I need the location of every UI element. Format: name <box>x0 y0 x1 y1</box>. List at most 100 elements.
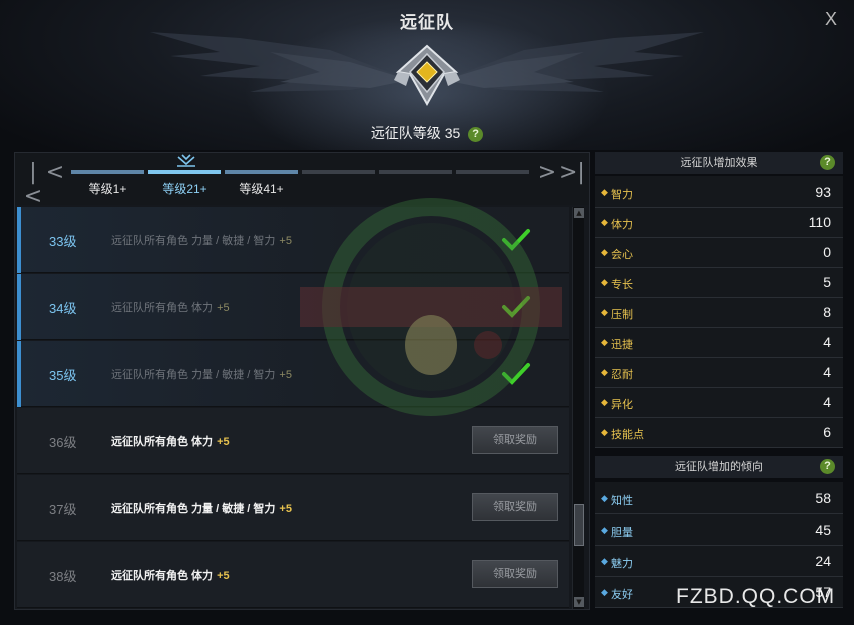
tab-level21[interactable]: 等级21+ <box>148 180 221 197</box>
reward-row-33: 33级 远征队所有角色 力量 / 敏捷 / 智力 +5 <box>17 207 569 273</box>
bullet-icon: ◆ <box>601 248 608 258</box>
stat-value: 93 <box>815 184 831 200</box>
bullet-icon: ◆ <box>601 428 608 438</box>
tab-locked-bar[interactable] <box>379 170 452 174</box>
stat-value: 6 <box>823 424 831 440</box>
scroll-down-icon[interactable]: ▼ <box>574 597 584 607</box>
stat-value: 0 <box>823 244 831 260</box>
stat-row: ◆ 压制 8 <box>595 298 843 328</box>
close-button[interactable]: X <box>820 8 842 30</box>
level-help-icon[interactable]: ? <box>468 127 484 142</box>
bullet-icon: ◆ <box>601 588 608 598</box>
stat-value: 8 <box>823 304 831 320</box>
reward-description: 远征队所有角色 体力 +5 <box>111 302 230 314</box>
tab-level1[interactable]: 等级1+ <box>71 180 144 197</box>
stat-name: 迅捷 <box>611 339 633 351</box>
effects-header: 远征队增加效果 ? <box>595 152 843 174</box>
reward-description: 远征队所有角色 体力 +5 <box>111 570 230 582</box>
claimed-check-icon <box>502 363 530 385</box>
tendency-row: ◆ 知性 58 <box>595 484 843 514</box>
selected-tab-crown-icon <box>177 154 195 167</box>
claim-reward-button[interactable]: 领取奖励 <box>472 560 558 588</box>
stat-name: 会心 <box>611 249 633 261</box>
reward-row-35: 35级 远征队所有角色 力量 / 敏捷 / 智力 +5 <box>17 341 569 407</box>
effects-list: ◆ 智力 93 ◆ 体力 110 ◆ 会心 0 ◆ 专长 5 ◆ 压制 8 ◆ 迅捷 4 ◆ 忍耐 4 ◆ 异… <box>595 176 843 448</box>
next-page-icon[interactable]: > <box>537 161 557 185</box>
claimed-check-icon <box>502 296 530 318</box>
stat-row: ◆ 智力 93 <box>595 178 843 208</box>
claimed-check-icon <box>502 229 530 251</box>
reward-level: 35级 <box>49 368 77 383</box>
tier-tabs-bar: |< < 等级1+ 等级21+ 等级41+ > >| <box>15 153 589 209</box>
stat-name: 技能点 <box>611 429 644 441</box>
claim-reward-button[interactable]: 领取奖励 <box>472 493 558 521</box>
tendency-value: 45 <box>815 522 831 538</box>
stat-row: ◆ 异化 4 <box>595 388 843 418</box>
scrollbar-thumb[interactable] <box>574 504 584 546</box>
stat-value: 4 <box>823 394 831 410</box>
stat-name: 忍耐 <box>611 369 633 381</box>
stat-name: 压制 <box>611 309 633 321</box>
reward-description: 远征队所有角色 体力 +5 <box>111 436 230 448</box>
window-title: 远征队 <box>400 13 454 32</box>
reward-row-36: 36级 远征队所有角色 体力 +5 领取奖励 <box>17 408 569 474</box>
stat-value: 4 <box>823 334 831 350</box>
last-page-icon[interactable]: >| <box>559 161 585 185</box>
stat-row: ◆ 体力 110 <box>595 208 843 238</box>
expedition-emblem-icon <box>394 44 460 107</box>
stat-row: ◆ 会心 0 <box>595 238 843 268</box>
bonus-panel: 远征队增加效果 ? ◆ 智力 93 ◆ 体力 110 ◆ 会心 0 ◆ 专长 5 ◆ 压制 8 ◆ 迅… <box>595 152 843 610</box>
tab-level1-bar[interactable] <box>71 170 144 174</box>
stat-name: 专长 <box>611 279 633 291</box>
bullet-icon: ◆ <box>601 188 608 198</box>
bullet-icon: ◆ <box>601 557 608 567</box>
reward-list: 33级 远征队所有角色 力量 / 敏捷 / 智力 +5 34级 远征队所有角色 体… <box>17 207 569 609</box>
stat-name: 体力 <box>611 219 633 231</box>
reward-panel: |< < 等级1+ 等级21+ 等级41+ > >| 33级 远征队所有角色 力… <box>14 152 590 610</box>
expedition-level-label: 远征队等级 35 <box>370 125 461 141</box>
bullet-icon: ◆ <box>601 494 608 504</box>
reward-level: 36级 <box>49 435 77 450</box>
tendency-help-icon[interactable]: ? <box>820 459 835 474</box>
reward-level: 34级 <box>49 301 77 316</box>
scroll-up-icon[interactable]: ▲ <box>574 208 584 218</box>
tab-level21-bar[interactable] <box>148 170 221 174</box>
site-watermark: FZBD.QQ.COM <box>676 585 836 608</box>
bullet-icon: ◆ <box>601 526 608 536</box>
tendency-name: 友好 <box>611 589 633 601</box>
tab-level41-bar[interactable] <box>225 170 298 174</box>
tendency-name: 知性 <box>611 495 633 507</box>
bullet-icon: ◆ <box>601 278 608 288</box>
claim-reward-button[interactable]: 领取奖励 <box>472 426 558 454</box>
tendency-title: 远征队增加的倾向 <box>675 461 763 473</box>
left-wing-decoration <box>150 32 410 92</box>
reward-level: 33级 <box>49 234 77 249</box>
stat-value: 110 <box>808 214 831 230</box>
tendency-name: 魅力 <box>611 558 633 570</box>
reward-scrollbar[interactable]: ▲ ▼ <box>572 207 584 609</box>
tendency-value: 24 <box>815 553 831 569</box>
effects-help-icon[interactable]: ? <box>820 155 835 170</box>
prev-page-icon[interactable]: < <box>45 161 65 185</box>
reward-description: 远征队所有角色 力量 / 敏捷 / 智力 +5 <box>111 369 292 381</box>
reward-description: 远征队所有角色 力量 / 敏捷 / 智力 +5 <box>111 235 292 247</box>
bullet-icon: ◆ <box>601 308 608 318</box>
reward-level: 38级 <box>49 569 77 584</box>
bullet-icon: ◆ <box>601 218 608 228</box>
stat-value: 4 <box>823 364 831 380</box>
expedition-level-line: 远征队等级 35 ? <box>0 123 854 143</box>
tab-level41[interactable]: 等级41+ <box>225 180 298 197</box>
tab-locked-bar[interactable] <box>302 170 375 174</box>
tendency-value: 58 <box>815 490 831 506</box>
tab-locked-bar[interactable] <box>456 170 529 174</box>
first-page-icon[interactable]: |< <box>23 161 43 209</box>
stat-row: ◆ 忍耐 4 <box>595 358 843 388</box>
bullet-icon: ◆ <box>601 338 608 348</box>
effects-title: 远征队增加效果 <box>680 157 758 169</box>
tendency-header: 远征队增加的倾向 ? <box>595 456 843 478</box>
tendency-name: 胆量 <box>611 527 633 539</box>
reward-level: 37级 <box>49 502 77 517</box>
tendency-row: ◆ 胆量 45 <box>595 516 843 546</box>
stat-name: 智力 <box>611 189 633 201</box>
stat-value: 5 <box>823 274 831 290</box>
